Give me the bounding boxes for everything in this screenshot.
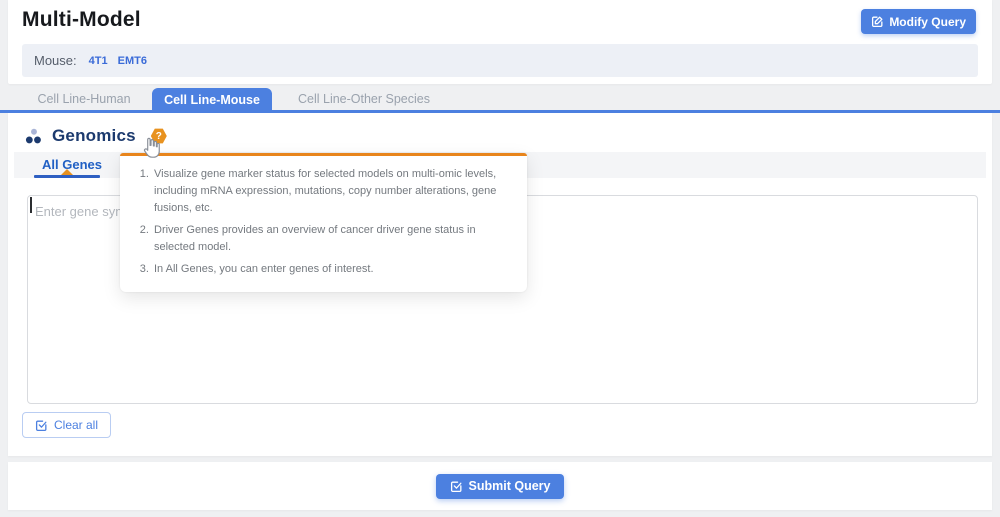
help-tooltip-item: Driver Genes provides an overview of can…: [152, 222, 511, 256]
model-tag-emt6[interactable]: EMT6: [118, 55, 147, 67]
submit-query-button[interactable]: Submit Query: [436, 474, 565, 499]
hand-pointer-cursor: [139, 135, 161, 161]
query-summary-bar: Mouse: 4T1 EMT6: [22, 44, 978, 77]
subtab-active-underline: [34, 175, 100, 178]
genomics-title: Genomics: [52, 126, 136, 146]
check-square-icon: [450, 480, 463, 493]
clear-all-button[interactable]: Clear all: [22, 412, 111, 438]
modify-query-label: Modify Query: [889, 15, 966, 29]
help-tooltip-list: Visualize gene marker status for selecte…: [130, 166, 511, 278]
edit-square-icon: [871, 15, 884, 28]
model-tag-4t1[interactable]: 4T1: [89, 55, 108, 67]
help-tooltip-item: In All Genes, you can enter genes of int…: [152, 261, 511, 278]
help-tooltip-item: Visualize gene marker status for selecte…: [152, 166, 511, 217]
species-label: Mouse:: [34, 53, 77, 68]
model-tags: 4T1 EMT6: [89, 55, 147, 67]
cluster-dots-icon: [24, 127, 43, 146]
clear-all-label: Clear all: [54, 418, 98, 432]
modify-query-button[interactable]: Modify Query: [861, 9, 976, 34]
header-card: Multi-Model Modify Query Mouse: 4T1 EMT6: [8, 0, 992, 84]
help-tooltip: Visualize gene marker status for selecte…: [120, 153, 527, 292]
page-title: Multi-Model: [22, 8, 141, 32]
footer-bar: Submit Query: [8, 462, 992, 510]
submit-query-label: Submit Query: [469, 479, 551, 493]
subtab-caret-icon: [61, 169, 73, 175]
text-cursor: [30, 197, 32, 213]
check-square-icon: [35, 419, 48, 432]
